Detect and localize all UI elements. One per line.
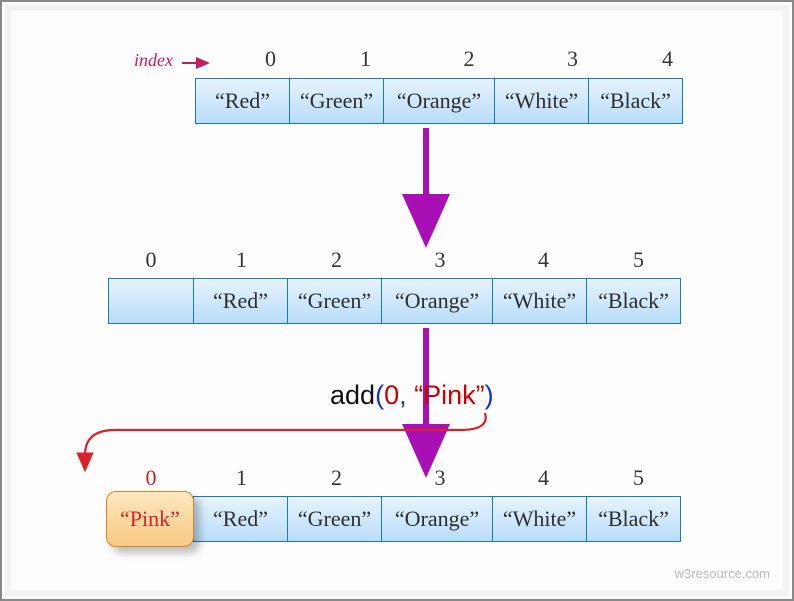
row3-cell-2: “Green” <box>287 496 382 542</box>
watermark: w3resource.com <box>675 566 770 581</box>
row3-cell-4: “White” <box>492 496 587 542</box>
row3-idx-2: 2 <box>289 465 384 491</box>
row3-cell-1: “Red” <box>193 496 288 542</box>
row3-indices: 0 1 2 3 4 5 <box>108 465 686 491</box>
row3-idx-5: 5 <box>591 465 686 491</box>
row3-idx-3: 3 <box>384 465 496 491</box>
inserted-cell-pink: “Pink” <box>106 491 194 547</box>
row3-cell-5: “Black” <box>586 496 681 542</box>
row3-idx-4: 4 <box>496 465 591 491</box>
row3-idx-1: 1 <box>194 465 289 491</box>
row3-cell-3: “Orange” <box>381 496 493 542</box>
row3-idx-0: 0 <box>108 465 194 491</box>
